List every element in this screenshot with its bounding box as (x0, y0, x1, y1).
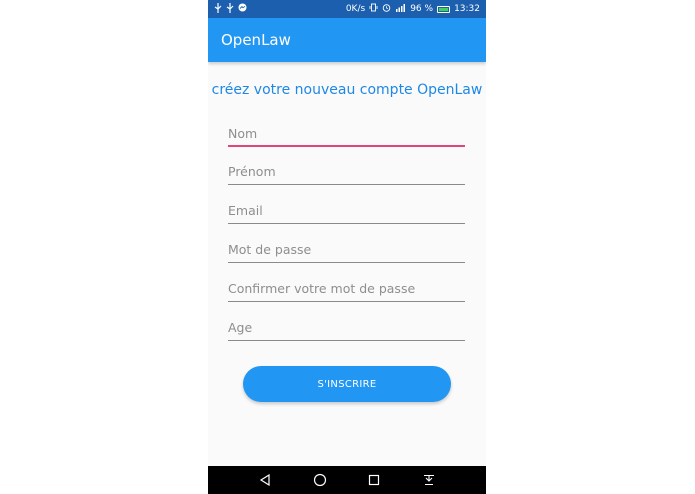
signal-icon (395, 3, 406, 15)
app-bar: OpenLaw (208, 18, 486, 62)
battery-icon (437, 5, 451, 13)
phone-screen: 0K/s 96 % 13:32 OpenLaw créez votre nouv… (208, 0, 486, 494)
back-icon[interactable] (255, 470, 275, 490)
battery-percent: 96 % (410, 4, 434, 14)
status-right: 0K/s 96 % 13:32 (346, 3, 480, 15)
nom-field[interactable] (228, 123, 465, 147)
status-left (214, 2, 247, 16)
alarm-icon (382, 3, 391, 15)
signup-button[interactable]: S'INSCRIRE (243, 366, 451, 402)
notification-pull-icon[interactable] (419, 470, 439, 490)
navigation-bar (208, 466, 486, 494)
password-field[interactable] (228, 239, 465, 263)
status-time: 13:32 (454, 4, 480, 14)
status-bar: 0K/s 96 % 13:32 (208, 0, 486, 18)
messenger-icon (238, 3, 247, 15)
prenom-field[interactable] (228, 161, 465, 185)
age-field[interactable] (228, 317, 465, 341)
home-icon[interactable] (310, 470, 330, 490)
vibrate-icon (369, 3, 378, 15)
email-field[interactable] (228, 200, 465, 224)
form-heading: créez votre nouveau compte OpenLaw (211, 82, 483, 98)
usb-icon (214, 2, 222, 16)
network-speed: 0K/s (345, 4, 366, 14)
app-title: OpenLaw (221, 31, 291, 49)
recents-icon[interactable] (364, 470, 384, 490)
confirm-password-field[interactable] (228, 278, 465, 302)
usb-icon (226, 2, 234, 16)
